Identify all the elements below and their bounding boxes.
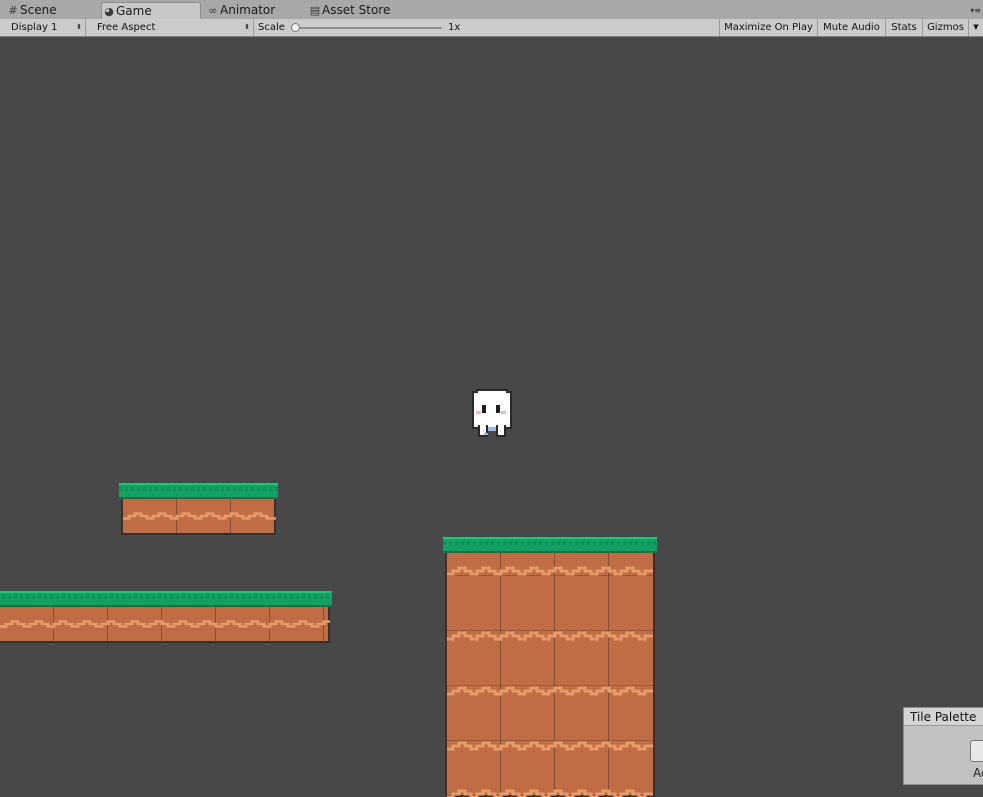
tab-scene[interactable]: # Scene — [6, 2, 92, 19]
scale-value: 1x — [448, 22, 461, 33]
tile-palette-active-label: Ac — [973, 766, 983, 780]
editor-tab-bar: # Scene ◕ Game ∞ Animator ▤ Asset Store ▾≡ — [0, 0, 983, 20]
platform-grass — [443, 537, 657, 553]
game-viewport[interactable] — [0, 37, 983, 797]
stats-button[interactable]: Stats — [885, 19, 922, 36]
platform-dirt — [445, 553, 655, 797]
tile-palette-title[interactable]: Tile Palette — [904, 708, 983, 726]
ground-platform-left — [0, 591, 332, 643]
dropdown-arrows-icon: ⬍ — [76, 23, 82, 31]
pacman-icon: ◕ — [104, 5, 114, 18]
platform-grass — [119, 483, 278, 499]
tab-game-label: Game — [116, 4, 152, 18]
platform-dirt — [0, 607, 330, 643]
player-character-sprite — [472, 389, 512, 437]
scale-label: Scale — [258, 22, 285, 33]
aspect-dropdown-label: Free Aspect — [97, 22, 156, 33]
tile-palette-panel[interactable]: Tile Palette Ac — [903, 707, 983, 785]
tile-palette-tool-button[interactable] — [970, 740, 983, 762]
dropdown-arrows-icon: ⬍ — [244, 23, 250, 31]
grid-icon: # — [8, 4, 18, 17]
display-dropdown[interactable]: Display 1 ⬍ — [6, 19, 86, 36]
tab-scene-label: Scene — [20, 3, 57, 17]
display-dropdown-label: Display 1 — [11, 22, 58, 33]
platform-grass — [0, 591, 332, 607]
tab-asset-store[interactable]: ▤ Asset Store — [308, 2, 408, 19]
tab-game[interactable]: ◕ Game — [101, 2, 201, 20]
dirt-wave-pattern — [447, 566, 653, 797]
tab-asset-store-label: Asset Store — [322, 3, 391, 17]
scale-slider-track[interactable] — [296, 27, 442, 29]
gizmos-button[interactable]: Gizmos — [922, 19, 968, 36]
dirt-wave-pattern — [0, 620, 330, 628]
game-view-toolbar: Display 1 ⬍ Free Aspect ⬍ Scale 1x Maxim… — [0, 19, 983, 37]
scale-slider-handle[interactable] — [291, 23, 300, 32]
tab-animator-label: Animator — [220, 3, 276, 17]
store-icon: ▤ — [309, 4, 321, 17]
animator-icon: ∞ — [208, 4, 218, 17]
tall-pillar-platform — [443, 537, 657, 797]
platform-dirt — [121, 499, 276, 535]
aspect-dropdown[interactable]: Free Aspect ⬍ — [92, 19, 254, 36]
dirt-wave-pattern — [123, 512, 276, 520]
floating-platform-small — [119, 483, 278, 535]
tab-animator[interactable]: ∞ Animator — [206, 2, 302, 19]
gizmos-dropdown-arrow-icon[interactable]: ▼ — [968, 19, 983, 36]
tab-menu-icon[interactable]: ▾≡ — [970, 6, 981, 15]
mute-audio-button[interactable]: Mute Audio — [817, 19, 885, 36]
maximize-on-play-button[interactable]: Maximize On Play — [719, 19, 817, 36]
